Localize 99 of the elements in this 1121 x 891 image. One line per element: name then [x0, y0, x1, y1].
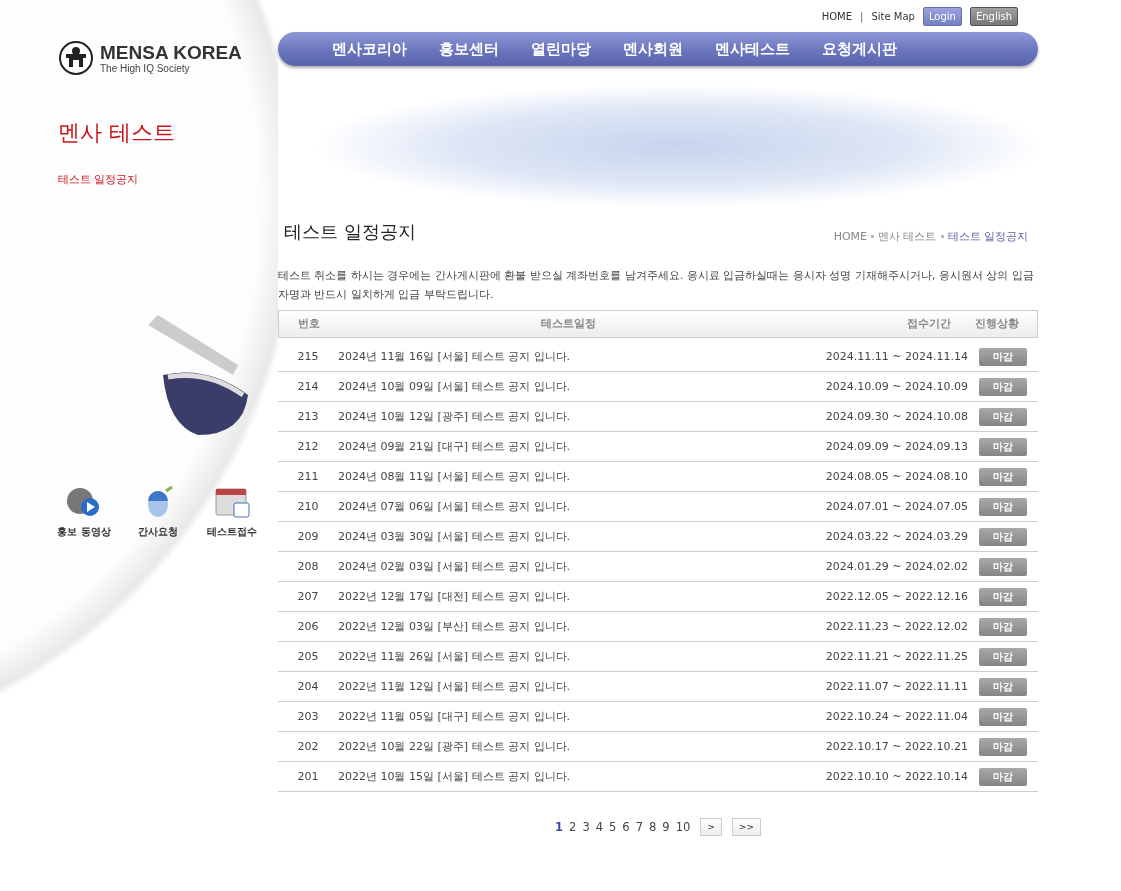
table-cell-text: 203	[296, 710, 320, 723]
notice-title-link[interactable]: 2022년 11월 26일 [서울] 테스트 공지 입니다.	[338, 649, 798, 664]
table-cell-text: 2022.11.23 ~ 2022.12.02	[824, 620, 968, 633]
separator: |	[860, 10, 864, 22]
top-link[interactable]: HOME	[821, 10, 853, 22]
table-cell-text: 208	[296, 560, 320, 573]
notice-title-link[interactable]: 2024년 10월 12일 [광주] 테스트 공지 입니다.	[338, 409, 798, 424]
next-page-button[interactable]: >	[700, 818, 722, 836]
breadcrumb-link[interactable]: HOME	[833, 230, 867, 243]
table-cell-text: 2024.10.09 ~ 2024.10.09	[824, 380, 968, 393]
breadcrumb-link[interactable]: 테스트 일정공지	[947, 229, 1028, 244]
page-link[interactable]: 8	[649, 820, 657, 834]
table-cell-text: 212	[296, 440, 320, 453]
notice-title-link[interactable]: 2022년 12월 17일 [대전] 테스트 공지 입니다.	[338, 589, 798, 604]
status-badge: 마감	[979, 497, 1027, 516]
table-cell-text: 204	[296, 680, 320, 693]
status-badge: 마감	[979, 437, 1027, 456]
table-cell-text: 205	[296, 650, 320, 663]
table-cell-text: 210	[296, 500, 320, 513]
page-link[interactable]: 5	[609, 820, 617, 834]
notice-title-link[interactable]: 2024년 09월 21일 [대구] 테스트 공지 입니다.	[338, 439, 798, 454]
quick-link[interactable]: 간사요청	[126, 485, 190, 539]
status-badge: 마감	[979, 767, 1027, 786]
table-cell-text: 2024.03.22 ~ 2024.03.29	[824, 530, 968, 543]
page-link[interactable]: 7	[635, 820, 643, 834]
page-link[interactable]: 3	[582, 820, 590, 834]
mensa-logo-icon	[58, 40, 94, 76]
table-cell-text: 209	[296, 530, 320, 543]
page-link[interactable]: 6	[622, 820, 630, 834]
status-badge: 마감	[979, 737, 1027, 756]
nav-item[interactable]: 열린마당	[531, 39, 591, 59]
notice-title-link[interactable]: 2024년 03월 30일 [서울] 테스트 공지 입니다.	[338, 529, 798, 544]
table-cell-text: 2024.01.29 ~ 2024.02.02	[824, 560, 968, 573]
status-badge: 마감	[979, 467, 1027, 486]
notice-title-link[interactable]: 2024년 11월 16일 [서울] 테스트 공지 입니다.	[338, 349, 798, 364]
breadcrumb-link[interactable]: 멘사 테스트	[878, 229, 937, 244]
quick-link[interactable]: 테스트접수	[200, 485, 264, 539]
column-header: 진행상황	[974, 317, 1020, 331]
table-cell-text: 213	[296, 410, 320, 423]
notice-title-link[interactable]: 2022년 10월 22일 [광주] 테스트 공지 입니다.	[338, 739, 798, 754]
status-badge: 마감	[979, 677, 1027, 696]
nav-item[interactable]: 홍보센터	[439, 39, 499, 59]
quick-link[interactable]: 홍보 동영상	[52, 485, 116, 539]
nav-item[interactable]: 멘사회원	[623, 39, 683, 59]
table-cell-text: 2022.11.21 ~ 2022.11.25	[824, 650, 968, 663]
sidebar-title: 멘사 테스트	[58, 119, 176, 147]
notice-title-link[interactable]: 2024년 10월 09일 [서울] 테스트 공지 입니다.	[338, 379, 798, 394]
page-title: 테스트 일정공지	[284, 220, 416, 244]
table-cell-text: 2022.10.24 ~ 2022.11.04	[824, 710, 968, 723]
table-cell-text: 207	[296, 590, 320, 603]
sidebar-item[interactable]: 테스트 일정공지	[58, 172, 139, 187]
notice-title-link[interactable]: 2022년 11월 05일 [대구] 테스트 공지 입니다.	[338, 709, 798, 724]
notice-title-link[interactable]: 2024년 02월 03일 [서울] 테스트 공지 입니다.	[338, 559, 798, 574]
status-badge: 마감	[979, 347, 1027, 366]
notice-title-link[interactable]: 2022년 10월 15일 [서울] 테스트 공지 입니다.	[338, 769, 798, 784]
status-badge: 마감	[979, 647, 1027, 666]
nav-item[interactable]: 멘사코리아	[332, 39, 407, 59]
table-cell-text: 2024.09.30 ~ 2024.10.08	[824, 410, 968, 423]
page-link[interactable]: 2	[569, 820, 577, 834]
table-cell-text: 2024.07.01 ~ 2024.07.05	[824, 500, 968, 513]
table-cell-text: 211	[296, 470, 320, 483]
table-cell-text: 206	[296, 620, 320, 633]
status-badge: 마감	[979, 587, 1027, 606]
nav-item[interactable]: 요청게시판	[822, 39, 897, 59]
page-link[interactable]: 10	[675, 820, 691, 834]
notice-text: 테스트 취소를 하시는 경우에는 간사게시판에 환불 받으실 계좌번호를 남겨주세요. 응시료 입금하실때는 응시자 성명 기재해주시거나, 응시원서 상의 입금자명과 반드시 일치하게 입금 부탁드립니다.	[278, 268, 1035, 303]
table-cell-text: 2022.10.17 ~ 2022.10.21	[824, 740, 968, 753]
status-badge: 마감	[979, 377, 1027, 396]
notice-title-link[interactable]: 2024년 08월 11일 [서울] 테스트 공지 입니다.	[338, 469, 798, 484]
last-page-button[interactable]: >>	[731, 818, 761, 836]
table-cell-text: 2024.09.09 ~ 2024.09.13	[824, 440, 968, 453]
page-link[interactable]: 4	[595, 820, 604, 834]
column-header: 번호	[297, 317, 321, 331]
column-header: 접수기간	[906, 317, 952, 331]
calendar-icon	[212, 485, 252, 519]
column-header: 테스트일정	[539, 317, 597, 331]
status-badge: 마감	[979, 527, 1027, 546]
table-cell-text: 202	[296, 740, 320, 753]
notice-title-link[interactable]: 2022년 12월 03일 [부산] 테스트 공지 입니다.	[338, 619, 798, 634]
notice-title-link[interactable]: 2024년 07월 06일 [서울] 테스트 공지 입니다.	[338, 499, 798, 514]
table-cell-text: 2022.10.10 ~ 2022.10.14	[824, 770, 968, 783]
table-cell-text: 201	[296, 770, 320, 783]
logo-tagline: The High IQ Society	[100, 62, 191, 74]
logo-name: MENSA KOREA	[100, 42, 242, 63]
nav-item[interactable]: 멘사테스트	[715, 39, 790, 59]
table-cell-text: 2022.11.07 ~ 2022.11.11	[824, 680, 968, 693]
page-link[interactable]: 1	[555, 820, 564, 834]
table-cell-text: 2022.12.05 ~ 2022.12.16	[824, 590, 968, 603]
status-badge: 마감	[979, 707, 1027, 726]
notice-title-link[interactable]: 2022년 11월 12일 [서울] 테스트 공지 입니다.	[338, 679, 798, 694]
table-cell-text: 2024.11.11 ~ 2024.11.14	[824, 350, 968, 363]
status-badge: 마감	[979, 617, 1027, 636]
status-badge: 마감	[979, 557, 1027, 576]
status-badge: 마감	[979, 407, 1027, 426]
table-cell-text: 2024.08.05 ~ 2024.08.10	[824, 470, 968, 483]
page-link[interactable]: 9	[662, 820, 670, 834]
table-cell-text: 215	[296, 350, 320, 363]
top-link[interactable]: Site Map	[871, 10, 915, 22]
table-cell-text: 214	[296, 380, 320, 393]
